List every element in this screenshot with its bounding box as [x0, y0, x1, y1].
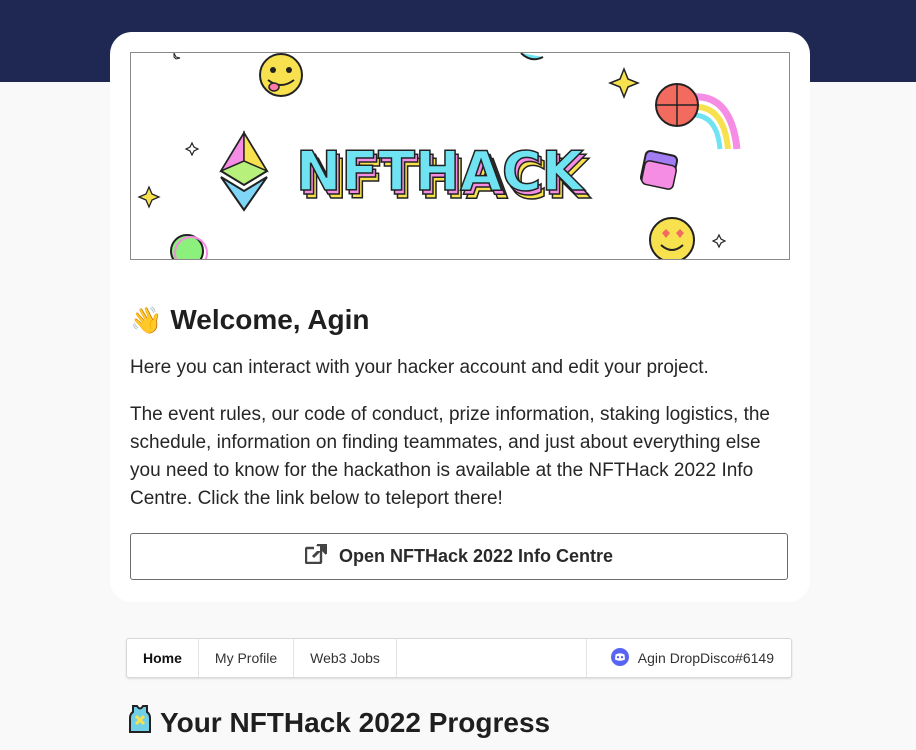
intro-text: Here you can interact with your hacker a… — [130, 357, 709, 378]
main-nav: Home My Profile Web3 Jobs Agin DropDisco… — [126, 638, 792, 678]
svg-text:NFTHACK: NFTHACK — [296, 140, 586, 203]
sparkle-icon — [607, 66, 641, 100]
open-info-centre-button[interactable]: Open NFTHack 2022 Info Centre — [130, 533, 788, 580]
open-info-centre-label: Open NFTHack 2022 Info Centre — [338, 546, 614, 566]
nfthack-banner: NFTHACK NFTHACK NFTHACK — [130, 52, 790, 260]
welcome-heading: 👋 Welcome, Agin — [130, 304, 370, 336]
info-text: The event rules, our code of conduct, pr… — [130, 404, 770, 509]
tab-home[interactable]: Home — [127, 639, 199, 677]
smiley-heart-eyes-icon — [649, 217, 695, 259]
external-link-icon — [304, 543, 328, 569]
tab-web3-jobs[interactable]: Web3 Jobs — [294, 639, 397, 677]
sparkle-icon — [184, 141, 200, 157]
jersey-icon — [128, 704, 152, 741]
welcome-card: NFTHACK NFTHACK NFTHACK 👋 Welcome, Agin … — [110, 32, 810, 602]
discord-user[interactable]: Agin DropDisco#6149 — [585, 639, 791, 677]
discord-icon — [610, 647, 629, 669]
waving-hand-icon: 👋 — [130, 304, 163, 335]
cube-icon — [639, 149, 679, 190]
sparkle-icon — [711, 233, 727, 249]
smiley-tongue-icon — [259, 53, 303, 97]
discord-username: Agin DropDisco#6149 — [637, 650, 774, 666]
progress-title: Your NFTHack 2022 Progress — [160, 706, 551, 738]
sparkle-icon — [137, 185, 161, 209]
basketball-icon — [655, 83, 741, 150]
welcome-title: Welcome, Agin — [170, 304, 370, 335]
progress-heading: Your NFTHack 2022 Progress — [128, 704, 550, 741]
ethereum-icon — [219, 130, 269, 212]
tab-my-profile[interactable]: My Profile — [199, 639, 295, 677]
